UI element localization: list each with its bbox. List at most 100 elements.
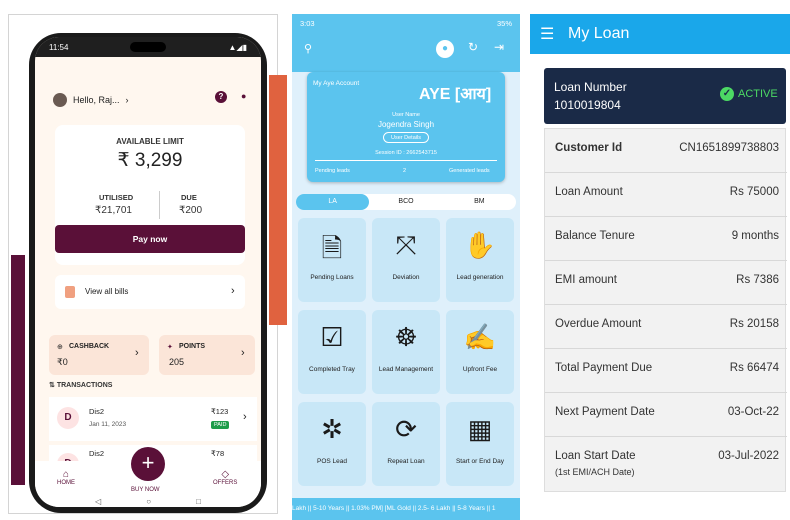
chevron-right-icon: › bbox=[135, 347, 139, 359]
detail-value: Rs 20158 bbox=[729, 318, 779, 330]
tab-bco[interactable]: BCO bbox=[369, 194, 442, 210]
detail-label: Loan Amount bbox=[555, 186, 623, 198]
tile-lead-generation[interactable]: ✋ Lead generation bbox=[446, 218, 514, 302]
loan-number: 1010019804 bbox=[554, 98, 621, 112]
detail-value: Rs 66474 bbox=[729, 362, 779, 374]
due-value: ₹200 bbox=[179, 205, 203, 216]
document-clock-icon: 🗎 bbox=[321, 233, 343, 263]
pending-leads-count: 2 bbox=[403, 168, 407, 174]
tile-pending-loans[interactable]: 🗎 Pending Loans bbox=[298, 218, 366, 302]
tile-label: Lead generation bbox=[456, 274, 504, 281]
battery-level: 35% bbox=[496, 19, 512, 28]
nav-home[interactable]: ⌂ HOME bbox=[57, 469, 75, 486]
decor-purple-bar bbox=[11, 255, 25, 485]
camera-notch bbox=[130, 42, 166, 52]
tab-la[interactable]: LA bbox=[296, 194, 370, 210]
search-icon[interactable]: ⚲ bbox=[304, 42, 312, 55]
tile-label: Deviation bbox=[392, 274, 420, 281]
nav-offers[interactable]: ◇ OFFERS bbox=[213, 469, 237, 486]
cashback-card[interactable]: ⊕ CASHBACK ₹0 › bbox=[49, 335, 149, 375]
brand-logo: AYE [आय] bbox=[419, 86, 492, 103]
tile-deviation[interactable]: ⤧ Deviation bbox=[372, 218, 440, 302]
view-bills-label: View all bills bbox=[85, 287, 129, 296]
chevron-right-icon: › bbox=[231, 285, 235, 297]
detail-label: Balance Tenure bbox=[555, 230, 635, 242]
user-details-button[interactable]: User Details bbox=[383, 132, 429, 143]
tile-pos-lead[interactable]: ✲ POS Lead bbox=[298, 402, 366, 486]
list-item[interactable]: D Dis2 Jan 11, 2023 ₹123 PAID › bbox=[49, 397, 257, 441]
generated-leads-label: Generated leads bbox=[449, 168, 490, 174]
detail-row-overdue-amount: Overdue Amount Rs 20158 bbox=[545, 305, 787, 349]
merchant-initial: D bbox=[57, 407, 79, 429]
detail-value: Rs 7386 bbox=[736, 274, 779, 286]
hand-money-icon: ✋ bbox=[463, 230, 497, 260]
detail-value: 03-Oct-22 bbox=[727, 406, 779, 418]
tile-completed-tray[interactable]: ☑ Completed Tray bbox=[298, 310, 366, 394]
repeat-icon: ⟳ bbox=[395, 414, 417, 444]
nav-buy-now-label: BUY NOW bbox=[131, 487, 160, 493]
detail-value: CN1651899738803 bbox=[679, 142, 779, 154]
profile-greeting[interactable]: Hello, Raj... › bbox=[53, 93, 129, 107]
detail-row-balance-tenure: Balance Tenure 9 months bbox=[545, 217, 787, 261]
home-circle-icon[interactable]: ○ bbox=[146, 497, 151, 506]
pay-now-button[interactable]: Pay now bbox=[55, 225, 245, 253]
pending-leads-label: Pending leads bbox=[315, 168, 350, 174]
status-time: 11:54 bbox=[49, 43, 69, 52]
limit-card: AVAILABLE LIMIT ₹ 3,299 UTILISED ₹21,701… bbox=[55, 125, 245, 265]
status-bar: 3:03 35% bbox=[300, 19, 512, 28]
tab-bm[interactable]: BM bbox=[443, 194, 516, 210]
tile-upfront-fee[interactable]: ✍ Upfront Fee bbox=[446, 310, 514, 394]
view-bills-row[interactable]: View all bills › bbox=[55, 275, 245, 309]
divider bbox=[159, 191, 160, 219]
home-icon: ⌂ bbox=[62, 469, 70, 480]
menu-icon[interactable]: ☰ bbox=[540, 24, 558, 44]
logout-icon[interactable]: ⇥ bbox=[494, 40, 504, 54]
merchant-name: Dis2 bbox=[89, 407, 105, 416]
detail-label: Loan Start Date bbox=[555, 450, 636, 462]
detail-sublabel: (1st EMI/ACH Date) bbox=[555, 467, 635, 477]
transaction-amount: ₹123 bbox=[211, 407, 229, 416]
account-card: My Aye Account AYE [आय] User Name Jogend… bbox=[307, 72, 505, 182]
system-nav: ◁ ○ □ bbox=[95, 497, 201, 506]
detail-row-loan-start-date: Loan Start Date 03-Jul-2022 (1st EMI/ACH D… bbox=[545, 437, 787, 491]
tile-label: Repeat Loan bbox=[387, 458, 425, 465]
back-icon[interactable]: ◁ bbox=[95, 497, 101, 506]
points-card[interactable]: ✦ POINTS 205 › bbox=[159, 335, 255, 375]
tile-label: Completed Tray bbox=[309, 366, 355, 373]
chevron-right-icon: › bbox=[243, 411, 247, 423]
detail-label: Overdue Amount bbox=[555, 318, 642, 330]
bell-icon[interactable]: ● bbox=[241, 91, 246, 101]
due-label: DUE bbox=[181, 193, 197, 202]
team-network-icon: ☸ bbox=[394, 322, 418, 352]
detail-row-customer-id: Customer Id CN1651899738803 bbox=[545, 129, 787, 173]
phone-screen: 11:54 ▲◢▮ Hello, Raj... › ? ● AVAILABLE … bbox=[35, 37, 261, 507]
tag-icon: ◇ bbox=[221, 469, 230, 480]
chevron-right-icon: › bbox=[125, 95, 129, 105]
tile-lead-management[interactable]: ☸ Lead Management bbox=[372, 310, 440, 394]
status-badge: PAID bbox=[211, 421, 230, 429]
greeting-text: Hello, Raj... bbox=[73, 95, 120, 105]
transactions-header: ⇅ TRANSACTIONS bbox=[49, 381, 112, 389]
detail-row-emi-amount: EMI amount Rs 7386 bbox=[545, 261, 787, 305]
tile-label: Pending Loans bbox=[310, 274, 354, 281]
refresh-icon[interactable]: ↻ bbox=[468, 40, 478, 54]
detail-value: 9 months bbox=[731, 230, 779, 242]
tile-repeat-loan[interactable]: ⟳ Repeat Loan bbox=[372, 402, 440, 486]
cashback-label: CASHBACK bbox=[69, 343, 110, 350]
role-tabs: LA BCO BM bbox=[296, 194, 516, 210]
nav-offers-label: OFFERS bbox=[213, 480, 238, 486]
transactions-label: TRANSACTIONS bbox=[56, 382, 113, 389]
buy-now-button[interactable]: + bbox=[131, 447, 165, 481]
help-icon[interactable]: ? bbox=[215, 91, 227, 103]
recents-icon[interactable]: □ bbox=[196, 497, 201, 506]
mic-icon[interactable]: ● bbox=[436, 40, 454, 58]
news-ticker: Lakh || 5-10 Years || 1.03% PM] [ML Gold… bbox=[292, 498, 520, 520]
tile-label: Lead Management bbox=[378, 366, 434, 373]
loan-number-card: Loan Number 1010019804 ✓ ACTIVE bbox=[544, 68, 786, 124]
check-circle-icon: ✓ bbox=[720, 87, 734, 101]
loan-number-label: Loan Number bbox=[554, 80, 627, 94]
avatar bbox=[53, 93, 67, 107]
transaction-amount: ₹78 bbox=[211, 449, 225, 458]
tile-start-end-day[interactable]: ▦ Start or End Day bbox=[446, 402, 514, 486]
cashback-value: ₹0 bbox=[57, 357, 68, 367]
